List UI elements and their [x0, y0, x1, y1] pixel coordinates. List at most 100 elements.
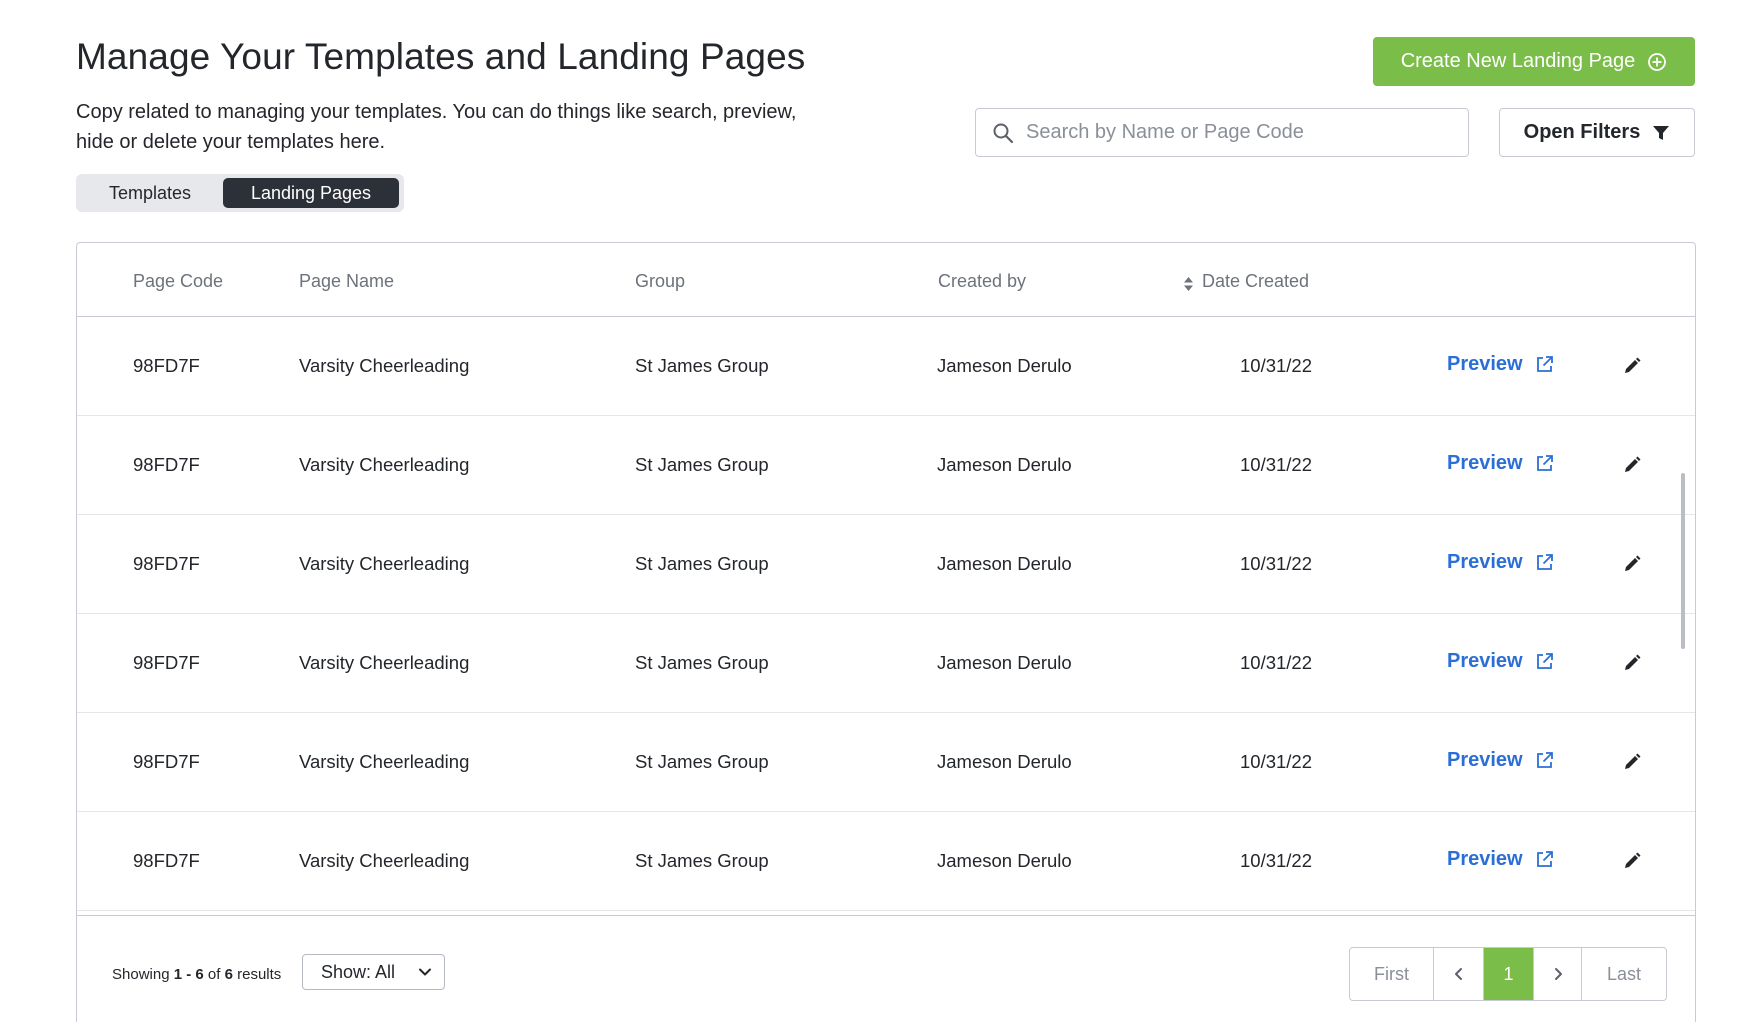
cell-page-code: 98FD7F [133, 652, 200, 673]
pencil-icon[interactable] [1623, 357, 1641, 375]
cell-date-created: 10/31/22 [1240, 652, 1313, 673]
table-row: 98FD7F Varsity Cheerleading St James Group… [77, 812, 1695, 911]
preview-label: Preview [1447, 650, 1523, 672]
search-input[interactable] [1026, 121, 1446, 144]
pencil-icon[interactable] [1623, 654, 1641, 672]
cell-page-code: 98FD7F [133, 850, 200, 871]
preview-label: Preview [1447, 551, 1523, 573]
cell-page-code: 98FD7F [133, 553, 200, 574]
cell-page-name: Varsity Cheerleading [299, 553, 470, 574]
table-row: 98FD7F Varsity Cheerleading St James Group… [77, 317, 1695, 416]
open-filters-button[interactable]: Open Filters [1499, 108, 1695, 157]
table-header: Page Code Page Name Group Created by Dat… [77, 243, 1695, 317]
cell-group: St James Group [635, 553, 769, 574]
preview-link[interactable]: Preview [1447, 353, 1554, 376]
tab-templates[interactable]: Templates [80, 178, 220, 208]
create-landing-page-button[interactable]: Create New Landing Page [1373, 37, 1695, 86]
pagination-next-button[interactable] [1534, 948, 1582, 1000]
cell-date-created: 10/31/22 [1240, 751, 1313, 772]
pagination: First 1 Last [1349, 947, 1667, 1001]
external-link-icon [1536, 554, 1553, 570]
cell-created-by: Jameson Derulo [937, 553, 1072, 574]
cell-group: St James Group [635, 751, 769, 772]
pagination-current-page[interactable]: 1 [1484, 948, 1534, 1000]
chevron-left-icon [1454, 968, 1462, 980]
sort-icon[interactable] [1183, 276, 1194, 292]
of-text: of [207, 966, 221, 983]
column-header-page-name: Page Name [299, 271, 395, 291]
cell-date-created: 10/31/22 [1240, 850, 1313, 871]
pagination-first-button[interactable]: First [1350, 948, 1434, 1000]
search-icon [993, 123, 1014, 143]
preview-link[interactable]: Preview [1447, 650, 1554, 673]
pencil-icon[interactable] [1623, 555, 1641, 573]
preview-label: Preview [1447, 353, 1523, 375]
cell-created-by: Jameson Derulo [937, 850, 1072, 871]
cell-page-name: Varsity Cheerleading [299, 355, 470, 376]
cell-created-by: Jameson Derulo [937, 355, 1072, 376]
table-row: 98FD7F Varsity Cheerleading St James Group… [77, 614, 1695, 713]
page-size-select[interactable]: Show: All [302, 954, 445, 990]
results-summary: Showing 1 - 6 of 6 results [112, 966, 281, 983]
table-footer-divider [77, 915, 1695, 923]
external-link-icon [1536, 851, 1553, 867]
search-box [975, 108, 1469, 157]
cell-page-code: 98FD7F [133, 355, 200, 376]
plus-circle-icon [1648, 52, 1667, 71]
external-link-icon [1536, 653, 1553, 669]
page-description: Copy related to managing your templates.… [76, 101, 797, 153]
create-button-label: Create New Landing Page [1400, 50, 1636, 72]
pencil-icon[interactable] [1623, 753, 1641, 771]
open-filters-label: Open Filters [1523, 121, 1641, 143]
cell-page-name: Varsity Cheerleading [299, 850, 470, 871]
chevron-right-icon [1554, 968, 1562, 980]
cell-group: St James Group [635, 355, 769, 376]
table-row: 98FD7F Varsity Cheerleading St James Group… [77, 515, 1695, 614]
column-header-group: Group [635, 271, 686, 291]
preview-link[interactable]: Preview [1447, 749, 1554, 772]
external-link-icon [1536, 752, 1553, 768]
table-row: 98FD7F Varsity Cheerleading St James Group… [77, 416, 1695, 515]
cell-date-created: 10/31/22 [1240, 553, 1313, 574]
preview-link[interactable]: Preview [1447, 452, 1554, 475]
landing-pages-table: Page Code Page Name Group Created by Dat… [76, 242, 1696, 1022]
cell-page-name: Varsity Cheerleading [299, 454, 470, 475]
column-header-date-created[interactable]: Date Created [1202, 271, 1309, 292]
preview-label: Preview [1447, 452, 1523, 474]
cell-group: St James Group [635, 454, 769, 475]
pencil-icon[interactable] [1623, 852, 1641, 870]
preview-link[interactable]: Preview [1447, 848, 1554, 871]
pagination-prev-button[interactable] [1434, 948, 1484, 1000]
cell-page-name: Varsity Cheerleading [299, 652, 470, 673]
external-link-icon [1536, 455, 1553, 471]
cell-group: St James Group [635, 850, 769, 871]
cell-created-by: Jameson Derulo [937, 652, 1072, 673]
column-header-created-by: Created by [938, 271, 1027, 291]
table-row: 98FD7F Varsity Cheerleading St James Group… [77, 713, 1695, 812]
filter-icon [1653, 125, 1670, 140]
page-size-value: Show: All [321, 961, 396, 982]
page-title: Manage Your Templates and Landing Pages [76, 36, 806, 77]
cell-page-code: 98FD7F [133, 751, 200, 772]
cell-created-by: Jameson Derulo [937, 751, 1072, 772]
cell-group: St James Group [635, 652, 769, 673]
preview-label: Preview [1447, 749, 1523, 771]
preview-label: Preview [1447, 848, 1523, 870]
results-text: results [237, 966, 282, 983]
cell-page-code: 98FD7F [133, 454, 200, 475]
chevron-down-icon [419, 968, 431, 976]
cell-created-by: Jameson Derulo [937, 454, 1072, 475]
cell-date-created: 10/31/22 [1240, 355, 1313, 376]
pagination-last-button[interactable]: Last [1582, 948, 1666, 1000]
column-header-page-code: Page Code [133, 271, 224, 291]
showing-prefix: Showing [112, 966, 170, 983]
preview-link[interactable]: Preview [1447, 551, 1554, 574]
results-total: 6 [224, 966, 233, 983]
pencil-icon[interactable] [1623, 456, 1641, 474]
cell-date-created: 10/31/22 [1240, 454, 1313, 475]
scrollbar-thumb[interactable] [1681, 473, 1685, 649]
tab-landing-pages[interactable]: Landing Pages [223, 178, 399, 208]
external-link-icon [1536, 356, 1553, 372]
results-range: 1 - 6 [173, 966, 204, 983]
view-toggle: Templates Landing Pages [76, 174, 404, 212]
